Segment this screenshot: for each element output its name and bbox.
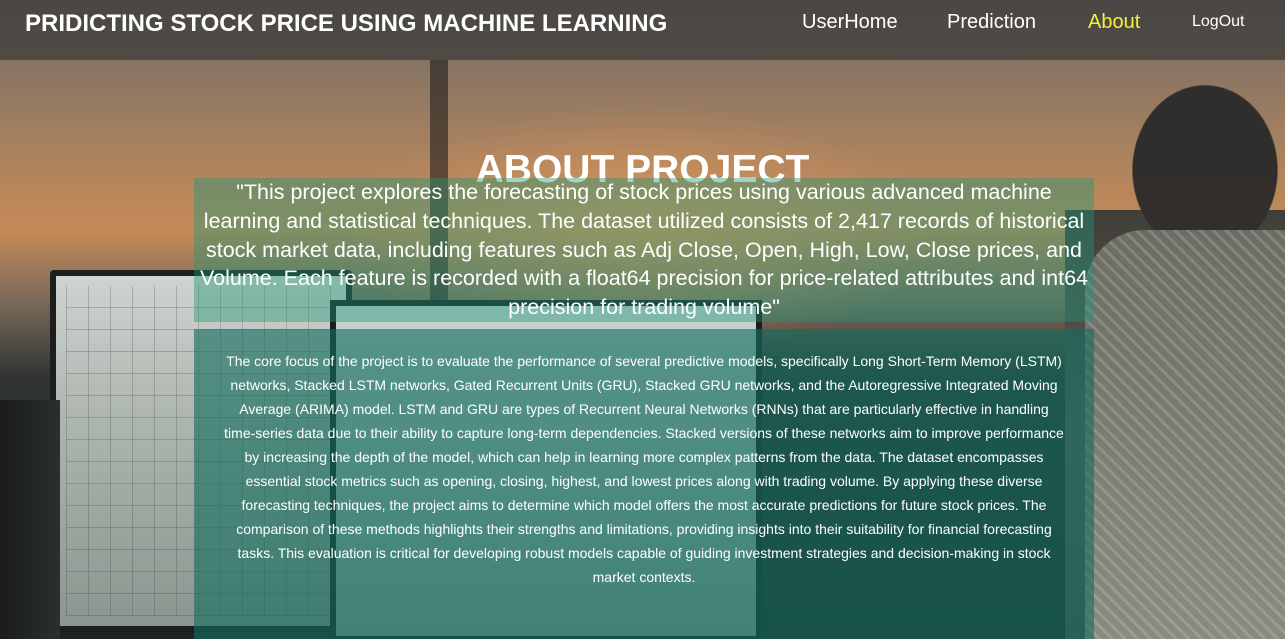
- project-description-text: The core focus of the project is to eval…: [224, 353, 1064, 585]
- page-root: PRIDICTING STOCK PRICE USING MACHINE LEA…: [0, 0, 1285, 639]
- nav-link-prediction[interactable]: Prediction: [947, 11, 1036, 34]
- background-desk-object: [0, 400, 60, 639]
- background-person-shirt: [1085, 230, 1285, 639]
- nav-link-userhome[interactable]: UserHome: [802, 11, 898, 34]
- nav-link-logout[interactable]: LogOut: [1192, 13, 1244, 31]
- project-description-box: The core focus of the project is to eval…: [194, 329, 1094, 639]
- nav-link-about[interactable]: About: [1088, 11, 1140, 34]
- site-brand-title[interactable]: PRIDICTING STOCK PRICE USING MACHINE LEA…: [25, 10, 667, 38]
- project-summary-quote: "This project explores the forecasting o…: [200, 180, 1088, 320]
- top-navbar: PRIDICTING STOCK PRICE USING MACHINE LEA…: [0, 0, 1285, 60]
- project-summary-quote-box: "This project explores the forecasting o…: [194, 178, 1094, 322]
